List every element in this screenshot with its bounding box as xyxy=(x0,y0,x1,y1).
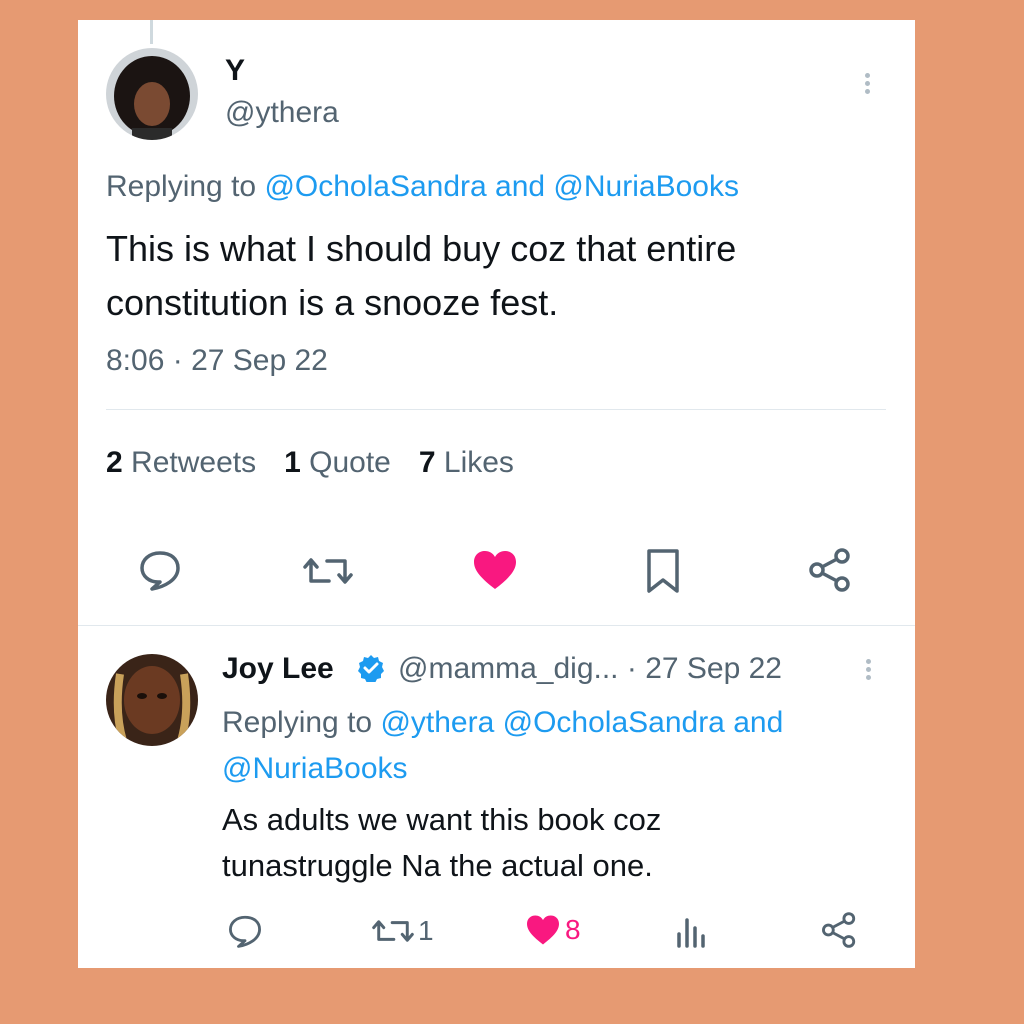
more-options-icon[interactable] xyxy=(865,70,870,97)
reply-author-name: Joy Lee xyxy=(222,652,334,685)
tweet-text-line: constitution is a snooze fest. xyxy=(106,282,559,323)
retweets-stat[interactable]: 2 Retweets xyxy=(106,446,256,480)
reply-author-handle[interactable]: @mamma_dig... · 27 Sep 22 xyxy=(398,652,782,686)
reply-replying-to: Replying to @ythera @OcholaSandra and @N… xyxy=(222,700,783,792)
reply-text: As adults we want this book coz tunastru… xyxy=(222,797,661,889)
reply-reply-icon[interactable] xyxy=(227,914,263,948)
quotes-stat[interactable]: 1 Quote xyxy=(284,446,391,480)
replying-to: Replying to @OcholaSandra and @NuriaBook… xyxy=(106,170,739,204)
mention-link[interactable]: @NuriaBooks xyxy=(553,170,739,203)
reply-like-button[interactable]: 8 xyxy=(525,914,581,946)
reply-handle-text: @mamma_dig... xyxy=(398,652,619,685)
mention-link[interactable]: @NuriaBooks xyxy=(222,752,408,785)
reply-more-options-icon[interactable] xyxy=(866,656,871,683)
heart-icon[interactable] xyxy=(472,549,518,591)
retweet-icon[interactable] xyxy=(303,551,353,591)
reply-icon[interactable] xyxy=(138,549,182,591)
mention-link[interactable]: @ythera xyxy=(380,706,494,739)
tweet-text: This is what I should buy coz that entir… xyxy=(106,222,736,330)
retweet-count: 1 xyxy=(418,915,434,946)
like-count: 8 xyxy=(565,914,581,945)
analytics-icon[interactable] xyxy=(676,914,708,948)
reply-date: 27 Sep 22 xyxy=(645,652,782,685)
separator: · xyxy=(618,652,646,685)
mention-and: and xyxy=(486,170,554,203)
separator: · xyxy=(164,344,192,377)
reply-retweet-button[interactable]: 1 xyxy=(372,914,434,948)
retweet-icon xyxy=(372,920,414,942)
author-name: Y xyxy=(225,54,246,87)
thread-line xyxy=(150,20,153,44)
mention-and: and xyxy=(724,706,784,739)
reply-share-icon[interactable] xyxy=(821,912,857,948)
share-icon[interactable] xyxy=(808,548,852,592)
likes-stat[interactable]: 7 Likes xyxy=(419,446,514,480)
verified-badge-icon xyxy=(357,654,385,687)
heart-icon xyxy=(527,915,559,945)
replying-label: Replying to xyxy=(106,170,265,203)
tweet-timestamp[interactable]: 8:06 · 27 Sep 22 xyxy=(106,344,328,378)
tweet-date: 27 Sep 22 xyxy=(191,344,328,377)
divider xyxy=(78,625,915,626)
author-handle[interactable]: @ythera xyxy=(225,96,339,130)
reply-text-line: tunastruggle Na the actual one. xyxy=(222,848,653,883)
mention-link[interactable]: @OcholaSandra xyxy=(503,706,725,739)
tweet-stats: 2 Retweets 1 Quote 7 Likes xyxy=(106,446,514,480)
tweet-text-line: This is what I should buy coz that entir… xyxy=(106,228,737,269)
reply-text-line: As adults we want this book coz xyxy=(222,802,662,837)
avatar-joy-lee[interactable] xyxy=(106,654,198,746)
bookmark-icon[interactable] xyxy=(645,548,681,594)
divider xyxy=(106,409,886,410)
tweet-time: 8:06 xyxy=(106,344,165,377)
mention-link[interactable]: @OcholaSandra xyxy=(264,170,486,203)
avatar-ythera[interactable] xyxy=(106,48,198,140)
replying-label: Replying to xyxy=(222,706,381,739)
